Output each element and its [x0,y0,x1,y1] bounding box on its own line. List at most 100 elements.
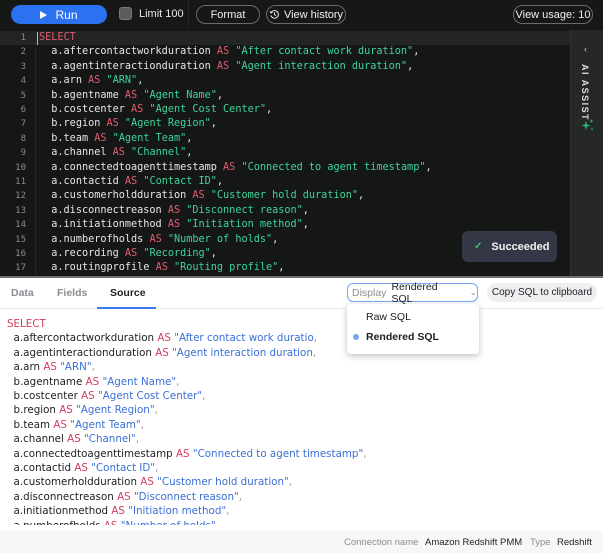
column-ref: a.numberofholds [14,520,101,525]
editor-line[interactable]: 6 b.costcenter AS "Agent Cost Center", [0,103,570,117]
editor-line[interactable]: 13 a.disconnectreason AS "Disconnect rea… [0,204,570,218]
chevron-down-icon: ⌄ [469,287,477,297]
sql-keyword: AS [149,233,162,245]
rendered-sql-line: a.connectedtoagenttimestamp AS "Connecte… [7,447,367,461]
column-ref: a.aftercontactworkduration [51,46,211,58]
editor-line[interactable]: 10 a.connectedtoagenttimestamp AS "Conne… [0,161,570,175]
comma: , [272,233,279,245]
rendered-sql-line: b.costcenter AS "Agent Cost Center", [7,389,206,403]
comma: , [137,75,144,87]
sql-keyword: AS [155,346,169,359]
comma: , [226,505,230,518]
column-ref: a.arn [13,361,41,374]
line-number: 8 [20,133,26,144]
column-alias: "Agent Name" [143,89,217,101]
rendered-sql-line: a.disconnectreason AS "Disconnect reason… [7,490,242,504]
column-alias: "Agent Region" [124,118,211,130]
column-alias: "Agent Team" [112,132,187,144]
toolbar-divider [188,0,189,30]
dropdown-option-raw-sql[interactable]: Raw SQL [347,307,479,327]
column-alias: "Agent Cost Center" [149,104,266,115]
column-alias: "Number of holds" [167,233,273,245]
type-value: Redshift [557,537,592,548]
editor-line[interactable]: 17 a.routingprofile AS "Routing profile"… [0,261,570,275]
column-alias: "Initiation method" [128,505,227,518]
column-alias: "After contact work duration" [235,46,414,58]
sql-keyword: AS [223,161,236,173]
comma: , [357,190,365,202]
dropdown-option-rendered-sql[interactable]: Rendered SQL [347,327,479,347]
column-alias: "Agent interaction duration" [235,60,408,72]
toast-label: Succeeded [491,240,550,253]
run-button[interactable]: Run [11,5,107,24]
sql-keyword: AS [140,476,154,489]
editor-line[interactable]: 2 a.aftercontactworkduration AS "After c… [0,45,570,59]
code-text: a.contactid AS "Contact ID", [39,175,223,189]
editor-toolbar: Run Limit 100 Format View history View u… [0,0,603,30]
comma: , [216,176,224,187]
comma: , [186,147,193,159]
tab-fields[interactable]: Fields [57,287,87,299]
column-ref: a.initiationmethod [13,505,109,518]
type-label: Type [530,537,551,548]
line-number: 3 [20,61,26,72]
format-button[interactable]: Format [196,5,260,24]
code-text: a.numberofholds AS "Number of holds", [39,233,278,247]
ai-assist-panel[interactable]: ‹ AI ASSIST [570,30,603,276]
results-pane: Data Fields Source Display Rendered SQL … [0,278,603,553]
editor-line[interactable]: 8 b.team AS "Agent Team", [0,132,570,146]
editor-line[interactable]: 11 a.contactid AS "Contact ID", [0,175,570,189]
sql-keyword: AS [131,104,144,115]
sql-keyword: AS [67,433,81,446]
code-text: a.agentinteractionduration AS "Agent int… [39,60,413,74]
ai-assist-label: AI ASSIST [580,64,590,122]
comma: , [302,219,309,231]
view-usage-button[interactable]: View usage: 10 [513,5,593,24]
editor-line[interactable]: 12 a.customerholdduration AS "Customer h… [0,189,570,203]
display-value: Rendered SQL [391,280,438,305]
limit-100-checkbox[interactable]: Limit 100 [119,7,184,20]
chevron-left-icon[interactable]: ‹ [584,44,587,54]
code-text: a.routingprofile AS "Routing profile", [39,261,284,275]
editor-line[interactable]: 3 a.agentinteractionduration AS "Agent i… [0,60,570,74]
comma: , [154,404,158,417]
column-ref: b.agentname [13,375,83,388]
sparkle-icon [581,119,594,131]
rendered-sql-line: b.region AS "Agent Region", [7,403,158,417]
view-history-button[interactable]: View history [266,5,346,24]
tab-source[interactable]: Source [110,287,146,299]
editor-line[interactable]: 5 b.agentname AS "Agent Name", [0,89,570,103]
column-ref: a.customerholdduration [13,476,137,489]
editor-line[interactable]: 9 a.channel AS "Channel", [0,146,570,160]
editor-line[interactable]: 1 SELECT [0,31,570,46]
editor-line[interactable]: 4 a.arn AS "ARN", [0,74,570,88]
line-number: 17 [15,263,26,274]
rendered-sql-line: a.agentinteractionduration AS "Agent int… [7,346,317,360]
copy-sql-button[interactable]: Copy SQL to clipboard [487,283,597,302]
code-text: b.region AS "Agent Region", [39,117,217,131]
code-text: b.agentname AS "Agent Name", [39,89,223,103]
code-text: a.aftercontactworkduration AS "After con… [39,45,419,59]
comma: , [202,390,206,402]
checkbox-box[interactable] [119,7,132,20]
comma: , [288,476,293,489]
connection-footer: Connection name Amazon Redshift PMM Type… [0,531,603,553]
rendered-sql-keyword: SELECT [7,318,46,330]
success-toast: ✓ Succeeded [462,231,557,262]
sql-keyword: AS [88,75,101,87]
rendered-sql-line: b.agentname AS "Agent Name", [7,375,180,389]
code-text: a.initiationmethod AS "Initiation method… [39,218,309,232]
comma: , [413,46,420,58]
editor-line[interactable]: 7 b.region AS "Agent Region", [0,117,570,131]
tab-data[interactable]: Data [11,287,34,299]
sql-keyword: AS [43,361,57,374]
sql-keyword: AS [112,147,125,159]
column-ref: a.contactid [51,176,119,187]
column-alias: "Initiation method" [186,219,303,231]
comma: , [407,60,414,72]
code-text: SELECT [39,31,76,45]
display-label: Display [352,286,387,299]
sql-keyword: AS [192,190,205,202]
option-label: Rendered SQL [366,331,439,343]
display-select[interactable]: Display Rendered SQL ⌄ [347,280,478,305]
